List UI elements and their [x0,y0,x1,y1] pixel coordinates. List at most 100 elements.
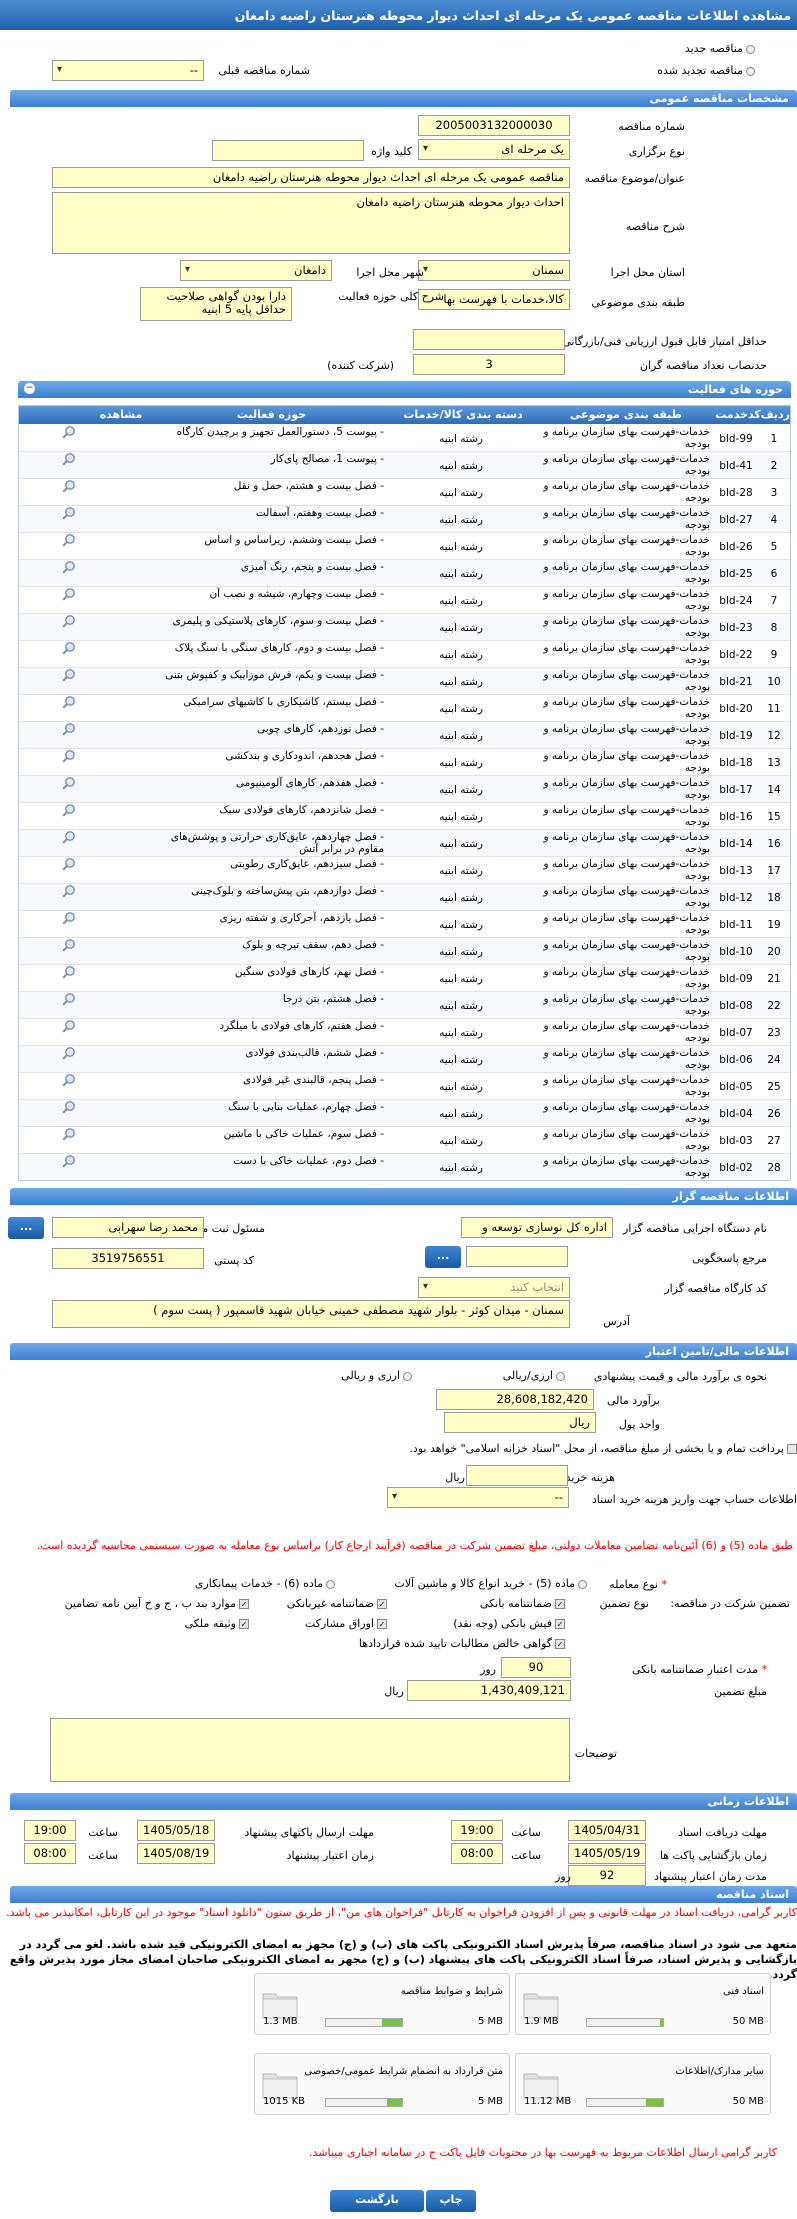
view-magnifier-icon[interactable] [62,938,76,952]
opt-fx-radio[interactable]: ارزی و ریالی [341,1369,412,1382]
category-cell: خدمات-فهرست بهای سازمان برنامه و بودجه [543,1074,710,1098]
back-button[interactable]: بازگشت [330,2190,424,2212]
validity-field[interactable]: 90 [501,1657,571,1678]
view-magnifier-icon[interactable] [62,641,76,655]
send-time[interactable]: 19:00 [24,1820,76,1841]
g3-checkbox[interactable]: ✓موارد بند ب ، ج و ح آیین نامه تضامین [65,1597,249,1610]
description-field[interactable] [50,1718,570,1782]
g7-checkbox[interactable]: ✓گواهی خالص مطالبات تایید شده قراردادها [359,1637,565,1650]
ref-field[interactable] [466,1246,568,1267]
view-magnifier-icon[interactable] [62,479,76,493]
view-magnifier-icon[interactable] [62,452,76,466]
type-select[interactable]: یک مرحله ای [418,139,570,160]
view-magnifier-icon[interactable] [62,560,76,574]
send-date[interactable]: 1405/05/18 [137,1820,215,1841]
file-box[interactable]: اسناد فنی 50 MB 1.9 MB [515,1973,771,2035]
address-field[interactable]: سمنان - میدان کوثر - بلوار شهید مصطفی خم… [52,1300,570,1328]
province-select[interactable]: سمنان [418,260,570,281]
g5-checkbox[interactable]: ✓اوراق مشارکت [305,1617,387,1630]
view-magnifier-icon[interactable] [62,992,76,1006]
view-magnifier-icon[interactable] [62,506,76,520]
g2-checkbox[interactable]: ✓ضمانتنامه غیربانکی [287,1597,387,1610]
prev-number-select[interactable]: -- [52,60,204,81]
view-magnifier-icon[interactable] [62,1073,76,1087]
collapse-icon[interactable]: − [24,383,35,394]
view-magnifier-icon[interactable] [62,1046,76,1060]
field-cell: - پیوست 5، دستورالعمل تجهیز و برچیدن کار… [176,426,384,438]
ref-more-button[interactable]: ... [425,1246,461,1268]
deal-opt1-radio[interactable]: ماده (5) - خرید انواع کالا و ماشین آلات [394,1577,587,1590]
file-size: 1.9 MB [524,2016,559,2027]
open-time[interactable]: 08:00 [451,1843,503,1864]
view-magnifier-icon[interactable] [62,668,76,682]
min-bidders-label: حدنصاب تعداد مناقصه گران [639,359,767,372]
resp-field[interactable]: محمد رضا سهرابی [52,1217,204,1238]
table-row: 2 bld-41 خدمات-فهرست بهای سازمان برنامه و … [19,452,790,479]
valid-time[interactable]: 08:00 [24,1843,76,1864]
view-magnifier-icon[interactable] [62,884,76,898]
desc-field[interactable]: احداث دیوار محوطه هنرستان راضیه دامغان [52,192,570,254]
treasury-checkbox[interactable]: پرداخت تمام و یا بخشی از مبلغ مناقصه، از… [409,1442,797,1455]
view-magnifier-icon[interactable] [62,695,76,709]
file-box[interactable]: شرایط و ضوابط مناقصه 5 MB 1.3 MB [254,1973,510,2035]
renewed-tender-radio[interactable]: مناقصه تجدید شده [657,64,755,77]
view-magnifier-icon[interactable] [62,425,76,439]
workshop-select[interactable]: انتخاب کنید [418,1277,570,1298]
deal-opt2-radio[interactable]: ماده (6) - خدمات پیمانکاری [195,1577,335,1590]
number-field[interactable]: 2005003132000030 [418,115,570,136]
view-magnifier-icon[interactable] [62,722,76,736]
resp-more-button[interactable]: ... [8,1217,44,1239]
view-magnifier-icon[interactable] [62,1154,76,1168]
view-magnifier-icon[interactable] [62,1019,76,1033]
file-max: 50 MB [732,2016,764,2027]
guarantee-amount-field[interactable]: 1,430,409,121 [407,1680,571,1701]
view-magnifier-icon[interactable] [62,911,76,925]
documents-note3: کاربر گرامی ارسال اطلاعات مربوط به فهرست… [308,2146,777,2159]
view-magnifier-icon[interactable] [62,857,76,871]
city-select[interactable]: دامغان [180,260,332,281]
category-cell: خدمات-فهرست بهای سازمان برنامه و بودجه [543,453,710,477]
file-box[interactable]: سایر مدارک/اطلاعات 50 MB 11.12 MB [515,2053,771,2115]
new-tender-radio[interactable]: مناقصه جدید [685,42,755,55]
g1-checkbox[interactable]: ✓ضمانتنامه بانکی [480,1597,565,1610]
min-score-label: حداقل امتیاز قابل قبول ارزیابی فنی/بازرگ… [562,335,767,348]
postal-field[interactable]: 3519756551 [52,1248,204,1269]
print-button[interactable]: چاپ [426,2190,476,2212]
currency-field[interactable]: ریال [444,1412,596,1433]
title-field[interactable]: مناقصه عمومی یک مرحله ای احداث دیوار محو… [52,167,570,188]
g4-checkbox[interactable]: ✓فیش بانکی (وجه نقد) [453,1617,565,1630]
scope-field[interactable]: دارا بودن گواهی صلاحیت حداقل پایه 5 ابنی… [140,287,292,321]
keyword-field[interactable] [212,140,364,161]
service-code: bld-22 [719,649,753,661]
view-magnifier-icon[interactable] [62,1100,76,1114]
account-select[interactable]: -- [387,1487,569,1508]
file-box[interactable]: متن قرارداد به انضمام شرایط عمومی/خصوصی 5… [254,2053,510,2115]
view-magnifier-icon[interactable] [62,776,76,790]
min-score-field[interactable] [413,329,565,350]
view-magnifier-icon[interactable] [62,614,76,628]
doc-cost-field[interactable] [466,1465,568,1486]
valid-date[interactable]: 1405/08/19 [137,1843,215,1864]
view-magnifier-icon[interactable] [62,965,76,979]
view-magnifier-icon[interactable] [62,830,76,844]
opt-rial-radio[interactable]: ارزی/ریالی [503,1369,565,1382]
view-magnifier-icon[interactable] [62,749,76,763]
view-magnifier-icon[interactable] [62,533,76,547]
organizer-name-field[interactable]: اداره کل نوسازی توسعه و [461,1217,613,1238]
open-date[interactable]: 1405/05/19 [568,1843,646,1864]
receive-time[interactable]: 19:00 [451,1820,503,1841]
view-magnifier-icon[interactable] [62,587,76,601]
valid-time-label: ساعت [88,1849,118,1862]
view-magnifier-icon[interactable] [62,803,76,817]
group-cell: رشته ابنیه [439,541,483,553]
field-cell: - فصل سوم، عملیات خاکی با ماشین [223,1128,384,1140]
estimate-amount-field[interactable]: 28,608,182,420 [436,1389,594,1410]
g6-checkbox[interactable]: ✓وثیقه ملکی [185,1617,249,1630]
group-cell: رشته ابنیه [439,1054,483,1066]
min-bidders-field[interactable]: 3 [413,354,565,375]
view-magnifier-icon[interactable] [62,1127,76,1141]
row-number: 24 [767,1054,781,1066]
duration-field[interactable]: 92 [568,1865,646,1886]
receive-date[interactable]: 1405/04/31 [568,1820,646,1841]
field-cell: - فصل چهارم، عملیات بنایی با سنگ [228,1101,384,1113]
